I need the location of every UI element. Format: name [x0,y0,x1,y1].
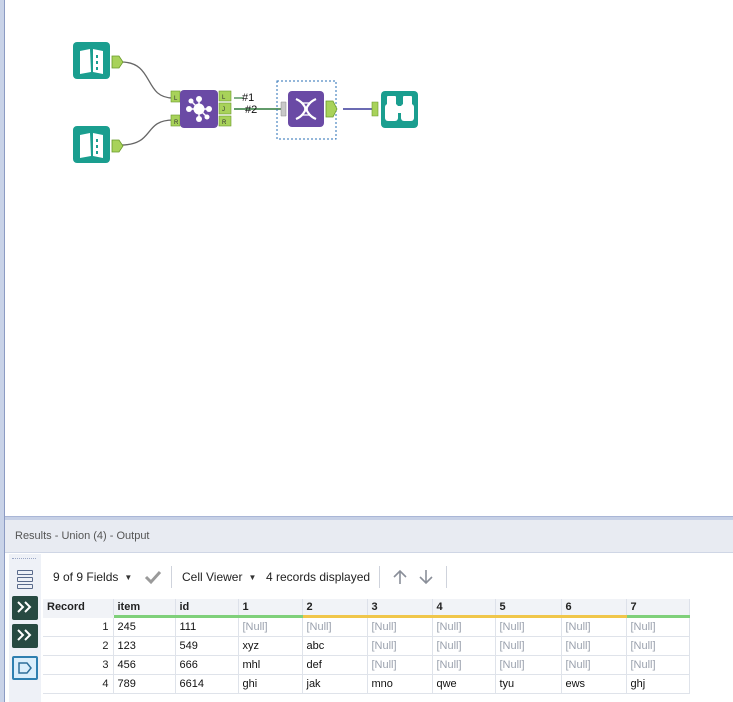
table-cell[interactable]: mno [366,673,433,694]
table-cell[interactable]: [Null] [366,654,433,675]
input-data-2-tool[interactable] [73,126,124,163]
table-cell[interactable]: 6614 [174,673,239,694]
table-cell[interactable]: 456 [112,654,176,675]
table-cell[interactable]: [Null] [431,654,496,675]
results-panel: Results - Union (4) - Output 9 of 9 Fiel… [5,520,733,702]
column-header[interactable]: Record [43,599,114,618]
table-cell[interactable]: [Null] [237,615,303,637]
checkmark-icon[interactable] [144,569,162,588]
caret-down-icon: ▼ [124,573,133,582]
column-header[interactable]: 3 [367,599,433,618]
table-cell[interactable]: def [301,654,368,675]
svg-text:R: R [174,120,179,126]
table-cell[interactable]: [Null] [431,615,496,637]
table-row[interactable]: 1 245 111 [Null] [Null] [Null] [Null] [N… [43,615,690,637]
column-header[interactable]: id [175,599,239,618]
table-cell[interactable]: 666 [174,654,239,675]
table-cell[interactable]: 123 [112,635,176,656]
list-view-icon[interactable] [12,568,38,592]
table-cell[interactable]: [Null] [301,615,368,637]
table-cell[interactable]: qwe [431,673,496,694]
fields-label: 9 of 9 Fields [53,570,119,584]
toolbar-divider [171,566,172,588]
table-cell[interactable]: 111 [174,615,239,637]
results-title: Results - Union (4) - Output [5,520,733,553]
record-number: 2 [43,635,114,656]
table-row[interactable]: 2 123 549 xyz abc [Null] [Null] [Null] [… [43,635,690,656]
cell-viewer-label: Cell Viewer [182,570,243,584]
chevron-right-icon[interactable] [12,624,38,648]
workflow-canvas[interactable]: L R L J R #1 #2 [5,0,733,516]
arrow-up-icon[interactable] [391,568,409,589]
table-row[interactable]: 4 789 6614 ghi jak mno qwe tyu ews ghj [43,673,690,694]
table-cell[interactable]: tyu [494,673,562,694]
connection-input1-join [120,61,174,99]
records-displayed: 4 records displayed [266,570,371,584]
table-cell[interactable]: [Null] [625,635,690,656]
table-cell[interactable]: [Null] [625,615,690,637]
cell-viewer-dropdown[interactable]: Cell Viewer ▼ [182,570,256,584]
union-tool[interactable] [276,80,338,140]
table-cell[interactable]: mhl [237,654,303,675]
fields-dropdown[interactable]: 9 of 9 Fields ▼ [53,570,132,584]
table-header-row: Record item id 1 2 3 4 5 6 7 [43,599,690,618]
join-tool[interactable]: L R L J R [170,90,232,128]
table-cell[interactable]: 245 [112,615,176,637]
table-cell[interactable]: [Null] [494,635,562,656]
svg-text:R: R [222,120,227,126]
table-cell[interactable]: [Null] [431,635,496,656]
table-cell[interactable]: ghj [625,673,690,694]
browse-tool[interactable] [371,91,418,128]
connection-label-1: #1 [242,92,255,104]
record-number: 1 [43,615,114,637]
column-header[interactable]: item [113,599,176,618]
table-cell[interactable]: [Null] [366,615,433,637]
record-number: 4 [43,673,114,694]
rail-grip[interactable] [12,558,36,562]
table-cell[interactable]: [Null] [366,635,433,656]
table-cell[interactable]: [Null] [560,615,627,637]
results-side-rail [9,554,41,702]
caret-down-icon: ▼ [248,573,257,582]
table-cell[interactable]: jak [301,673,368,694]
table-cell[interactable]: [Null] [560,635,627,656]
connection-label-2: #2 [245,104,258,116]
tag-icon[interactable] [12,656,38,680]
table-row[interactable]: 3 456 666 mhl def [Null] [Null] [Null] [… [43,654,690,675]
table-cell[interactable]: [Null] [494,615,562,637]
column-header[interactable]: 6 [561,599,627,618]
connection-input2-join [120,119,174,146]
table-cell[interactable]: [Null] [494,654,562,675]
table-cell[interactable]: 789 [112,673,176,694]
table-cell[interactable]: xyz [237,635,303,656]
column-header[interactable]: 1 [238,599,303,618]
table-cell[interactable]: ews [560,673,627,694]
results-toolbar: 9 of 9 Fields ▼ Cell Viewer ▼ 4 records di… [43,562,733,592]
arrow-down-icon[interactable] [417,568,435,589]
column-header[interactable]: 5 [495,599,562,618]
column-header[interactable]: 2 [302,599,368,618]
chevron-right-icon[interactable] [12,596,38,620]
table-cell[interactable]: abc [301,635,368,656]
input-data-1-tool[interactable] [73,42,124,79]
table-cell[interactable]: ghi [237,673,303,694]
toolbar-divider [379,566,380,588]
results-table: Record item id 1 2 3 4 5 6 7 1 245 111 [… [43,599,690,694]
table-cell[interactable]: 549 [174,635,239,656]
table-cell[interactable]: [Null] [625,654,690,675]
record-number: 3 [43,654,114,675]
svg-text:J: J [222,107,225,113]
workflow-connections: L R L J R [73,42,418,163]
column-header[interactable]: 7 [626,599,690,618]
column-header[interactable]: 4 [432,599,496,618]
table-cell[interactable]: [Null] [560,654,627,675]
toolbar-divider [446,566,447,588]
